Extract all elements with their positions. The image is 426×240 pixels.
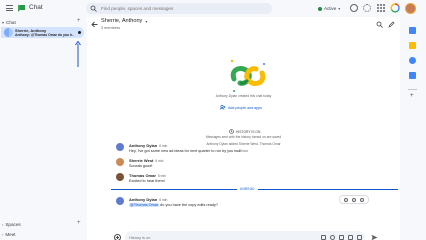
conversation-pane: Sherrie, Anthony ▾ 3 members Anthony Dyl… bbox=[87, 17, 400, 240]
message-time: 6 min bbox=[159, 198, 168, 202]
video-icon[interactable] bbox=[357, 235, 362, 240]
unread-dot bbox=[78, 31, 81, 34]
conversation-title[interactable]: Sherrie, Anthony ▾ bbox=[101, 18, 147, 24]
chevron-right-icon: › bbox=[2, 232, 4, 237]
message-time: 6 min bbox=[157, 174, 166, 178]
send-icon[interactable] bbox=[371, 234, 378, 240]
member-count[interactable]: 3 members bbox=[101, 26, 120, 30]
spaces-section-label: Spaces bbox=[5, 222, 21, 227]
chat-item-snippet: Anthony: @Thomas Omar do you h... bbox=[15, 33, 74, 37]
chat-logo-icon bbox=[18, 5, 25, 12]
add-icon[interactable]: + bbox=[410, 93, 414, 99]
chat-section-label: Chat bbox=[6, 20, 16, 25]
welcome-created-text: Anthony Dylan created this chat today bbox=[215, 94, 272, 98]
avatar[interactable] bbox=[116, 173, 124, 181]
history-label: HISTORY IS ON bbox=[236, 129, 261, 134]
message-author: Thomas Omar 6 min bbox=[129, 173, 166, 178]
search-bar[interactable] bbox=[86, 3, 272, 14]
conversation-title-text: Sherrie, Anthony bbox=[101, 18, 143, 24]
chevron-right-icon: › bbox=[2, 222, 4, 227]
calendar-icon[interactable] bbox=[409, 27, 416, 34]
message-time: 6 min bbox=[155, 159, 164, 163]
author-name: Anthony Dylan bbox=[129, 143, 158, 148]
annotation-arrow-icon bbox=[75, 41, 81, 67]
history-note: Messages sent with the history turned on… bbox=[205, 135, 282, 139]
more-options-icon[interactable] bbox=[360, 197, 364, 202]
group-avatar bbox=[4, 28, 13, 37]
status-label: Active bbox=[324, 6, 337, 11]
new-chat-plus-icon[interactable]: + bbox=[77, 18, 81, 24]
rail-divider bbox=[408, 89, 417, 90]
history-icon bbox=[229, 129, 234, 134]
author-name: Sherrie West bbox=[129, 158, 154, 163]
apps-grid-icon[interactable] bbox=[377, 4, 385, 12]
edit-icon[interactable] bbox=[388, 21, 395, 28]
menu-icon[interactable] bbox=[6, 5, 13, 11]
gif-icon[interactable] bbox=[339, 235, 344, 240]
message-actions-bar bbox=[339, 195, 369, 204]
google-icon bbox=[390, 3, 400, 13]
new-space-plus-icon[interactable]: + bbox=[77, 220, 81, 226]
message-input[interactable] bbox=[129, 231, 289, 240]
mention-chip[interactable]: @Thomas Omar bbox=[129, 203, 160, 207]
contacts-icon[interactable] bbox=[409, 72, 416, 79]
author-name: Thomas Omar bbox=[129, 173, 156, 178]
format-icon[interactable] bbox=[321, 235, 326, 240]
chevron-down-icon: ▾ bbox=[145, 18, 148, 24]
add-people-label: Add people and apps bbox=[228, 105, 262, 110]
avatar[interactable] bbox=[116, 197, 124, 205]
message-body: do you have the copy edits ready? bbox=[159, 203, 219, 207]
search-icon[interactable] bbox=[90, 5, 97, 12]
account-avatar[interactable] bbox=[405, 3, 416, 14]
app-title: Chat bbox=[29, 4, 43, 11]
spaces-section-header[interactable]: › Spaces bbox=[2, 222, 21, 227]
chevron-down-icon: ▾ bbox=[2, 20, 5, 25]
message-text: Excited to hear them! bbox=[129, 179, 165, 183]
meet-section-header[interactable]: › Meet bbox=[2, 232, 16, 237]
status-selector[interactable]: Active ▾ bbox=[318, 4, 340, 13]
message-time: 6 min bbox=[159, 144, 168, 148]
message-text: Sounds good! bbox=[129, 164, 153, 168]
top-bar: Chat Active ▾ bbox=[0, 0, 426, 17]
add-attachment-button[interactable] bbox=[114, 234, 121, 240]
keep-icon[interactable] bbox=[409, 42, 416, 49]
message-text: @Thomas Omar do you have the copy edits … bbox=[129, 203, 218, 207]
chevron-down-icon: ▾ bbox=[338, 6, 341, 11]
sidebar: ▾ Chat + Sherrie, Anthony Anthony: @Thom… bbox=[0, 17, 87, 240]
help-icon[interactable] bbox=[350, 4, 358, 12]
add-people-button[interactable]: Add people and apps bbox=[220, 104, 262, 111]
search-input[interactable] bbox=[101, 3, 266, 14]
author-name: Anthony Dylan bbox=[129, 197, 158, 202]
upload-icon[interactable] bbox=[348, 235, 353, 240]
emoji-icon[interactable] bbox=[330, 235, 335, 240]
sidebar-chat-item[interactable]: Sherrie, Anthony Anthony: @Thomas Omar d… bbox=[1, 27, 84, 38]
emoji-reaction-icon[interactable] bbox=[344, 197, 348, 202]
back-arrow-icon[interactable] bbox=[91, 21, 98, 28]
avatar[interactable] bbox=[116, 158, 124, 166]
add-person-icon bbox=[220, 105, 226, 110]
history-status: HISTORY IS ON bbox=[229, 129, 260, 134]
message-composer[interactable] bbox=[125, 231, 365, 240]
unread-label: UNREAD bbox=[237, 187, 258, 191]
settings-icon[interactable] bbox=[363, 4, 371, 12]
message-text: Hey, I've got some new ad ideas for next… bbox=[129, 149, 242, 153]
message-author: Sherrie West 6 min bbox=[129, 158, 163, 163]
message-author: Anthony Dylan 6 min bbox=[129, 197, 167, 202]
right-side-panel: + bbox=[400, 17, 426, 240]
search-icon[interactable] bbox=[376, 21, 383, 28]
avatar[interactable] bbox=[116, 143, 124, 151]
chat-app: Chat Active ▾ ▾ bbox=[0, 0, 426, 240]
status-dot bbox=[318, 6, 322, 11]
meet-section-label: Meet bbox=[5, 232, 16, 237]
welcome-illustration bbox=[230, 59, 266, 92]
reply-icon[interactable] bbox=[352, 197, 356, 202]
tasks-icon[interactable] bbox=[409, 57, 416, 64]
message-author: Anthony Dylan 6 min bbox=[129, 143, 167, 148]
chat-section-header[interactable]: ▾ Chat bbox=[2, 20, 16, 25]
